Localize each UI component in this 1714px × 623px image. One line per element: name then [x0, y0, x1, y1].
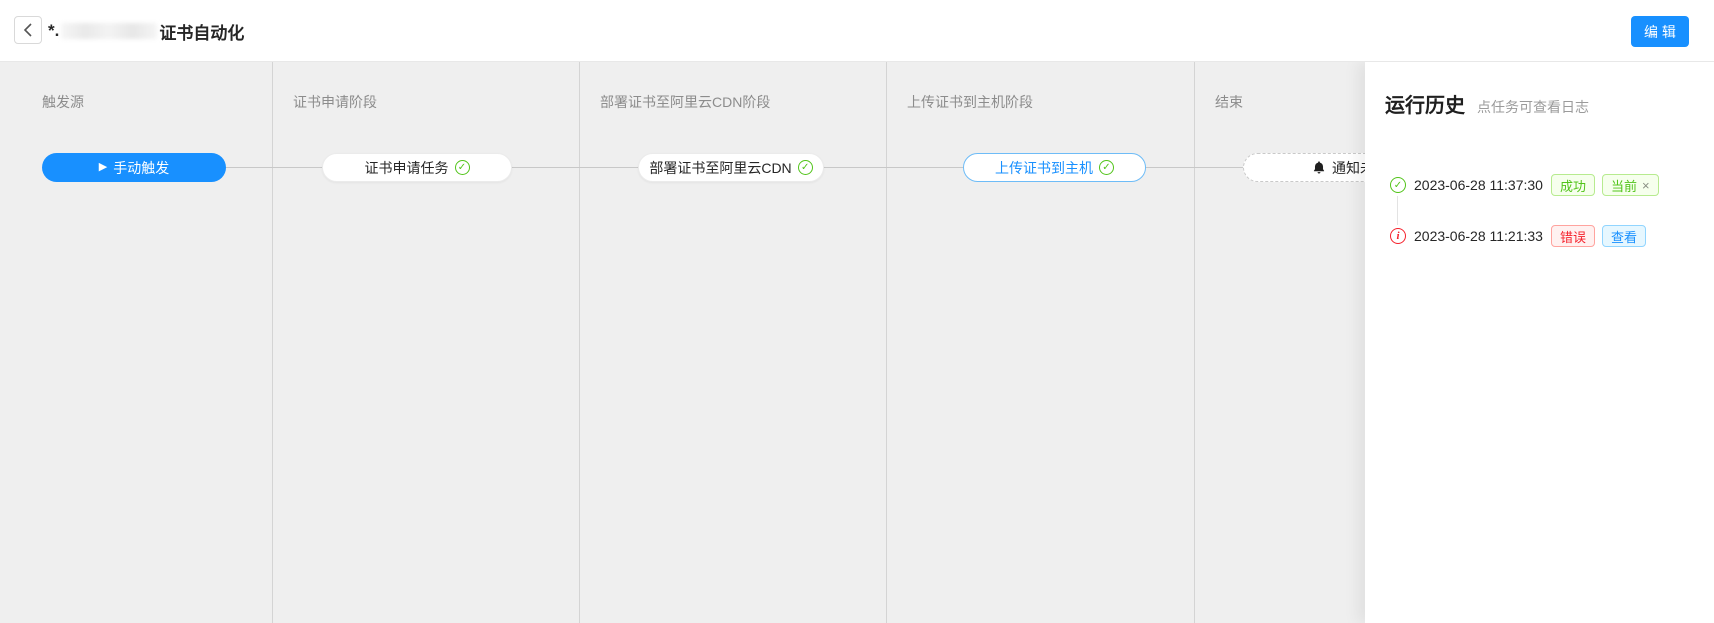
edit-button[interactable]: 编 辑: [1631, 16, 1689, 47]
success-circle-icon: ✓: [1390, 177, 1406, 193]
current-run-label: 当前: [1611, 176, 1637, 195]
title-suffix: 证书自动化: [159, 19, 244, 44]
panel-title: 运行历史: [1385, 89, 1465, 118]
run-history-panel: 运行历史 点任务可查看日志 ✓ 2023-06-28 11:37:30 成功 当…: [1365, 62, 1714, 623]
back-button[interactable]: [14, 16, 42, 44]
close-icon[interactable]: ×: [1642, 178, 1650, 193]
stage-column-trigger: 触发源: [0, 62, 273, 623]
history-entry: ✓ 2023-06-28 11:37:30 成功 当前 ×: [1390, 173, 1666, 197]
check-circle-icon: ✓: [1099, 160, 1114, 175]
chevron-left-icon: [23, 23, 33, 37]
status-badge-error: 错误: [1551, 225, 1595, 247]
page-header: *. 证书自动化 编 辑: [0, 0, 1714, 62]
task-label: 证书申请任务: [365, 158, 449, 178]
certificate-automation-page: *. 证书自动化 编 辑 触发源 证书申请阶段 部署证书至阿里云CDN阶段 上传…: [0, 0, 1714, 623]
check-circle-icon: ✓: [798, 160, 813, 175]
error-circle-icon: i: [1390, 228, 1406, 244]
run-timestamp: 2023-06-28 11:21:33: [1414, 228, 1543, 244]
check-circle-icon: ✓: [455, 160, 470, 175]
title-prefix: *.: [48, 21, 59, 41]
manual-trigger-button[interactable]: ▶ 手动触发: [42, 153, 226, 182]
play-icon: ▶: [99, 162, 107, 173]
current-run-tag[interactable]: 当前 ×: [1602, 174, 1659, 196]
panel-subtitle: 点任务可查看日志: [1477, 97, 1589, 117]
stage-column-cert-request: 证书申请阶段: [273, 62, 580, 623]
task-label: 部署证书至阿里云CDN: [649, 158, 791, 178]
stage-label: 部署证书至阿里云CDN阶段: [600, 92, 770, 112]
task-label: 手动触发: [113, 158, 169, 178]
stage-column-upload-host: 上传证书到主机阶段: [887, 62, 1195, 623]
panel-header: 运行历史 点任务可查看日志: [1385, 89, 1589, 118]
stage-label: 触发源: [42, 92, 84, 112]
stage-column-deploy-cdn: 部署证书至阿里云CDN阶段: [580, 62, 887, 623]
stage-label: 结束: [1215, 92, 1243, 112]
stage-label: 上传证书到主机阶段: [907, 92, 1033, 112]
view-run-button[interactable]: 查看: [1602, 225, 1646, 247]
task-deploy-cdn[interactable]: 部署证书至阿里云CDN ✓: [638, 153, 824, 182]
stage-label: 证书申请阶段: [293, 92, 377, 112]
task-upload-host[interactable]: 上传证书到主机 ✓: [963, 153, 1146, 182]
history-entry: i 2023-06-28 11:21:33 错误 查看: [1390, 224, 1653, 248]
redacted-domain-text: [61, 23, 157, 39]
run-timestamp: 2023-06-28 11:37:30: [1414, 177, 1543, 193]
bell-icon: [1312, 160, 1326, 175]
task-label: 上传证书到主机: [995, 158, 1093, 178]
page-title: *. 证书自动化: [48, 0, 244, 62]
task-cert-request[interactable]: 证书申请任务 ✓: [322, 153, 512, 182]
timeline-connector: [1397, 196, 1398, 225]
status-badge-success: 成功: [1551, 174, 1595, 196]
